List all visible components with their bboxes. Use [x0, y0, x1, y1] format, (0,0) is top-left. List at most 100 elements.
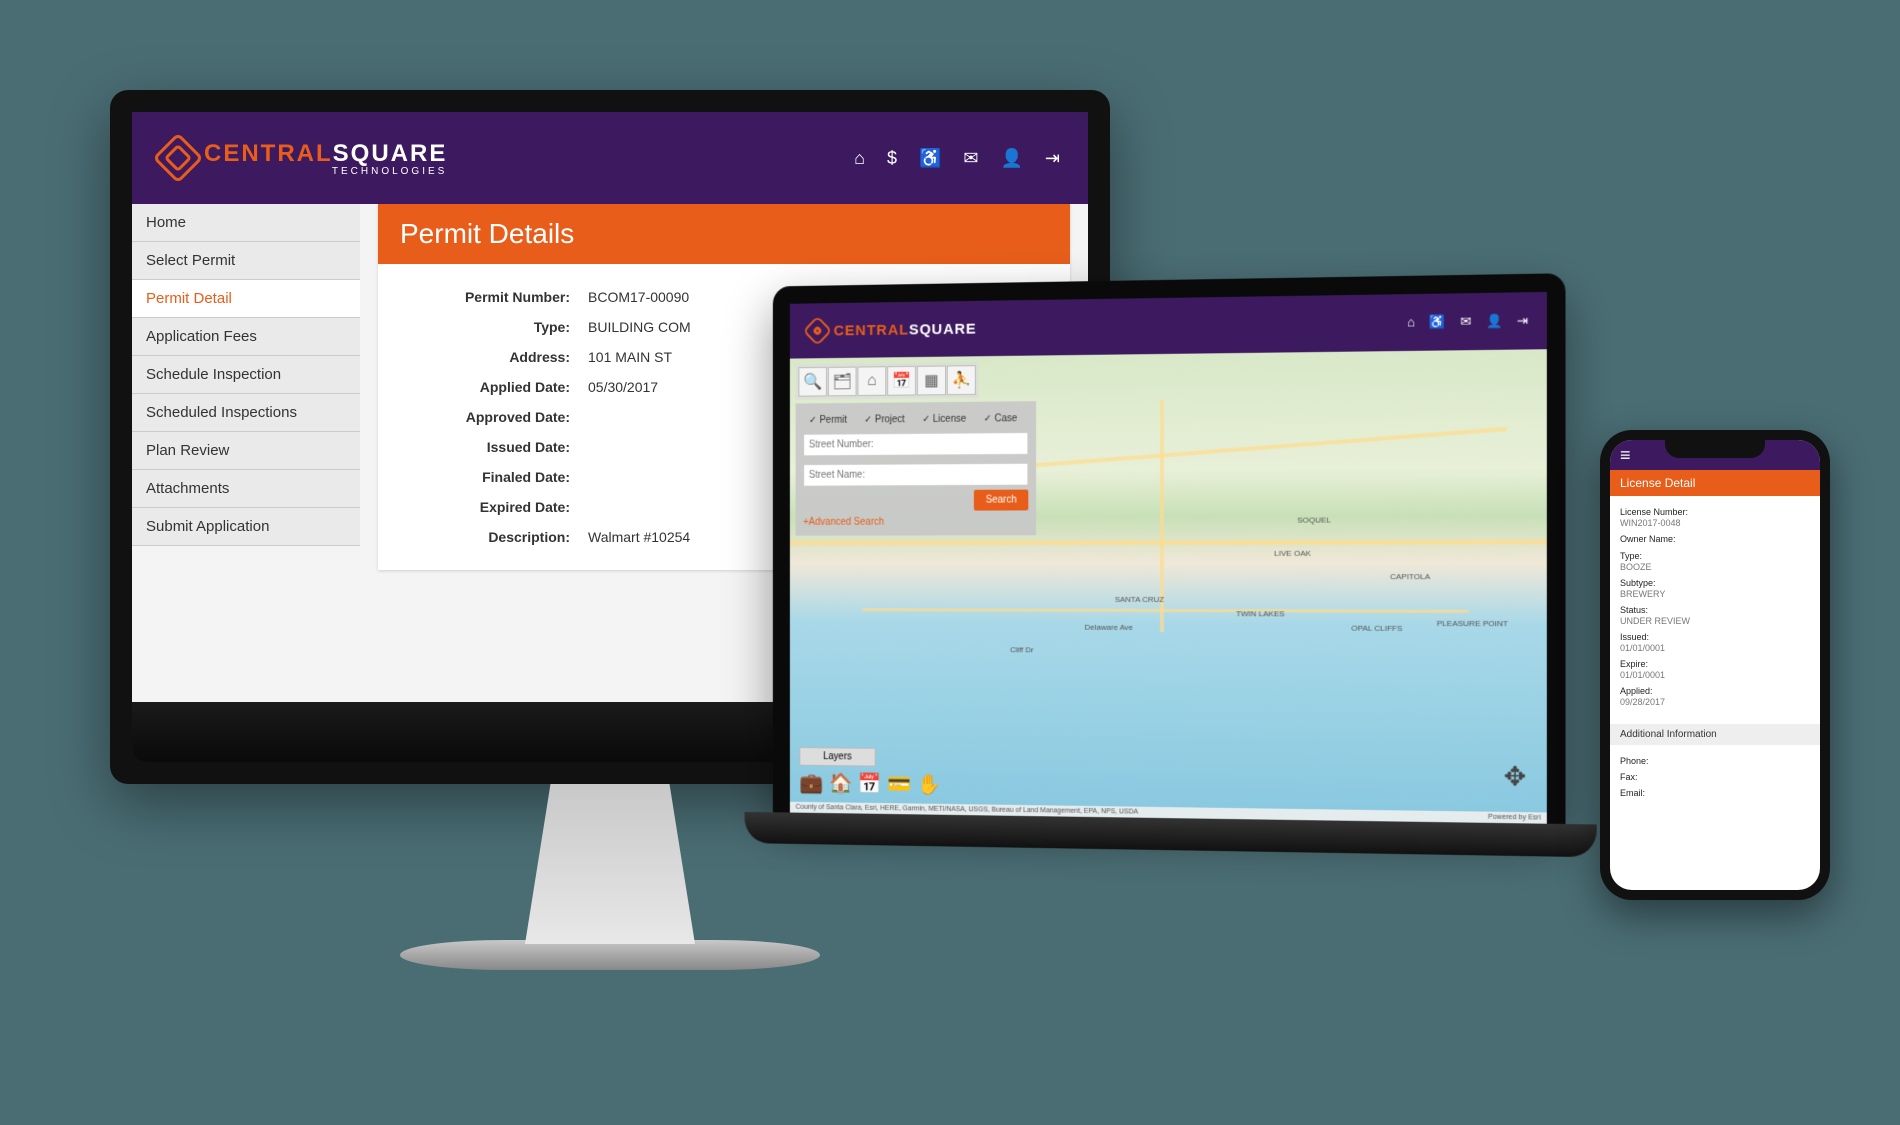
label-email: Email: — [1620, 788, 1645, 798]
sidebar-item-select-permit[interactable]: Select Permit — [132, 242, 360, 280]
sidebar-item-schedule[interactable]: Schedule Inspection — [132, 356, 360, 394]
calendar-icon[interactable]: 📅 — [858, 771, 882, 796]
label-fax: Fax: — [1620, 772, 1638, 782]
additional-info-header: Additional Information — [1610, 724, 1820, 745]
label-ph-type: Type: — [1620, 551, 1642, 561]
map-toolbar: 🔍 🗂 ⌂ 📅 ▦ ⛹ — [796, 362, 979, 399]
search-icon[interactable]: 🔍 — [798, 367, 827, 397]
label-description: Description: — [418, 529, 588, 545]
label-subtype: Subtype: — [1620, 578, 1656, 588]
val-permit-number: BCOM17-00090 — [588, 289, 689, 305]
val-subtype: BREWERY — [1620, 589, 1810, 599]
label-status: Status: — [1620, 605, 1648, 615]
label-expire: Expire: — [1620, 659, 1648, 669]
label-license-no: License Number: — [1620, 507, 1688, 517]
map-label-sc: SANTA CRUZ — [1115, 595, 1164, 604]
advanced-search-link[interactable]: +Advanced Search — [803, 510, 1028, 527]
label-approved: Approved Date: — [418, 409, 588, 425]
sidebar-item-permit-detail[interactable]: Permit Detail — [132, 280, 360, 318]
label-ph-applied: Applied: — [1620, 686, 1653, 696]
phone: ≡ License Detail License Number:WIN2017-… — [1600, 430, 1830, 900]
home-icon[interactable]: ⌂ — [1407, 314, 1415, 330]
label-address: Address: — [418, 349, 588, 365]
phone-section-title: License Detail — [1610, 470, 1820, 496]
dollar-icon[interactable]: $ — [887, 148, 897, 169]
person-icon[interactable]: ⛹ — [947, 365, 976, 395]
tab-license[interactable]: License — [922, 414, 966, 425]
label-applied: Applied Date: — [418, 379, 588, 395]
label-permit-number: Permit Number: — [418, 289, 588, 305]
map[interactable]: SANTA CRUZ SOQUEL CAPITOLA TWIN LAKES OP… — [790, 349, 1547, 824]
map-label-tl: TWIN LAKES — [1236, 609, 1285, 618]
sidebar: Home Select Permit Permit Detail Applica… — [132, 204, 360, 702]
map-provider: Powered by Esri — [1488, 814, 1541, 822]
mail-icon[interactable]: ✉ — [1460, 313, 1471, 329]
home-icon[interactable]: ⌂ — [854, 148, 865, 169]
logout-icon[interactable]: ⇥ — [1517, 313, 1528, 329]
legend-icons: 💼 🏠 📅 💳 ✋ — [799, 771, 941, 797]
house-icon[interactable]: 🏠 — [829, 771, 853, 796]
logout-icon[interactable]: ⇥ — [1045, 148, 1060, 169]
card-icon[interactable]: 💳 — [888, 772, 912, 797]
val-description: Walmart #10254 — [588, 529, 690, 545]
street-name-input[interactable] — [803, 463, 1028, 487]
user-icon[interactable]: 👤 — [1000, 148, 1022, 169]
sidebar-item-scheduled[interactable]: Scheduled Inspections — [132, 394, 360, 432]
map-label-pl: PLEASURE POINT — [1437, 619, 1508, 628]
street-number-input[interactable] — [803, 432, 1028, 456]
laptop-header: CENTRALSQUARE ⌂ ♿ ✉ 👤 ⇥ — [790, 292, 1547, 359]
val-ph-type: BOOZE — [1620, 562, 1810, 572]
compass-icon[interactable]: ✥ — [1504, 761, 1526, 793]
label-finaled: Finaled Date: — [418, 469, 588, 485]
label-phone: Phone: — [1620, 756, 1649, 766]
brand-sub: TECHNOLOGIES — [204, 166, 447, 177]
brand-part1: CENTRAL — [204, 140, 333, 167]
label-ph-issued: Issued: — [1620, 632, 1649, 642]
briefcase-icon[interactable]: 💼 — [799, 771, 823, 796]
val-license-no: WIN2017-0048 — [1620, 518, 1810, 528]
val-applied: 05/30/2017 — [588, 379, 658, 395]
logo: CENTRALSQUARE TECHNOLOGIES — [160, 140, 447, 177]
search-button[interactable]: Search — [974, 490, 1028, 511]
map-label-cap: CAPITOLA — [1390, 572, 1430, 581]
sidebar-item-plan[interactable]: Plan Review — [132, 432, 360, 470]
grid-icon[interactable]: ▦ — [917, 366, 946, 396]
brand-part2: SQUARE — [333, 140, 448, 167]
hand-icon[interactable]: ✋ — [918, 772, 942, 797]
accessibility-icon[interactable]: ♿ — [919, 148, 941, 169]
val-expire: 01/01/0001 — [1620, 670, 1810, 680]
sidebar-item-fees[interactable]: Application Fees — [132, 318, 360, 356]
search-panel: Permit Project License Case Search +Adva… — [796, 401, 1037, 535]
mail-icon[interactable]: ✉ — [963, 148, 978, 169]
sidebar-item-home[interactable]: Home — [132, 204, 360, 242]
tab-project[interactable]: Project — [864, 414, 905, 425]
house-icon[interactable]: ⌂ — [857, 366, 886, 396]
briefcase-icon[interactable]: 🗂 — [828, 367, 857, 397]
label-issued: Issued Date: — [418, 439, 588, 455]
sidebar-item-attachments[interactable]: Attachments — [132, 470, 360, 508]
user-icon[interactable]: 👤 — [1486, 313, 1503, 330]
label-expired: Expired Date: — [418, 499, 588, 515]
calendar-icon[interactable]: 📅 — [887, 366, 916, 396]
layers-button[interactable]: Layers — [799, 747, 875, 767]
label-owner: Owner Name: — [1620, 534, 1676, 544]
sidebar-item-submit[interactable]: Submit Application — [132, 508, 360, 546]
val-ph-applied: 09/28/2017 — [1620, 697, 1810, 707]
map-label-del: Delaware Ave — [1085, 623, 1133, 632]
accessibility-icon[interactable]: ♿ — [1429, 314, 1446, 330]
tab-permit[interactable]: Permit — [809, 415, 847, 426]
phone-notch — [1665, 440, 1765, 458]
logo-icon — [153, 133, 204, 184]
val-type: BUILDING COM — [588, 319, 691, 335]
laptop: CENTRALSQUARE ⌂ ♿ ✉ 👤 ⇥ SANTA CRUZ — [773, 273, 1566, 857]
app-header: CENTRALSQUARE TECHNOLOGIES ⌂ $ ♿ ✉ 👤 ⇥ — [132, 112, 1088, 204]
map-label-oc: OPAL CLIFFS — [1351, 624, 1402, 633]
map-label-sq: SOQUEL — [1297, 516, 1331, 525]
val-status: UNDER REVIEW — [1620, 616, 1810, 626]
val-ph-issued: 01/01/0001 — [1620, 643, 1810, 653]
label-type: Type: — [418, 319, 588, 335]
panel-title: Permit Details — [378, 204, 1070, 264]
menu-icon[interactable]: ≡ — [1620, 445, 1631, 466]
logo-icon — [803, 316, 833, 346]
tab-case[interactable]: Case — [984, 413, 1018, 424]
